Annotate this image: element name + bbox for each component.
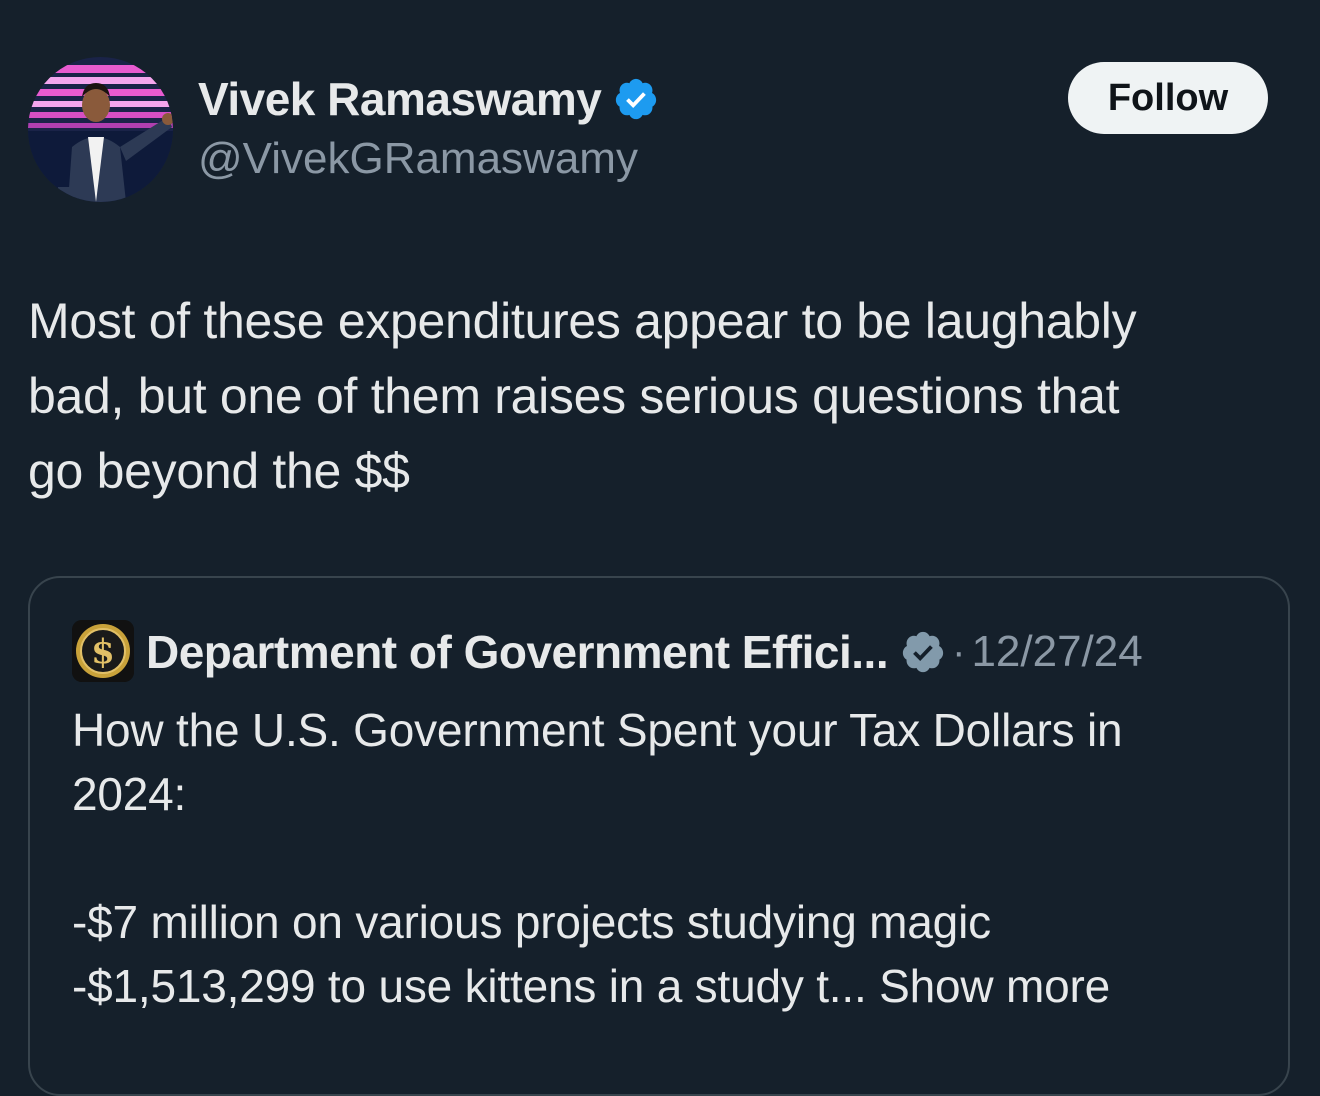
tweet-text-line: Most of these expenditures appear to be … xyxy=(28,293,1137,349)
tweet-text-line: bad, but one of them raises serious ques… xyxy=(28,368,1120,424)
quote-text: How the U.S. Government Spent your Tax D… xyxy=(72,698,1252,1018)
svg-text:$: $ xyxy=(91,632,115,672)
follow-button[interactable]: Follow xyxy=(1068,62,1268,134)
avatar[interactable] xyxy=(28,57,173,202)
quote-header: Department of Government Effici... · 12/… xyxy=(146,622,1143,682)
dollar-coin-icon: $ xyxy=(72,620,134,682)
tweet-text: Most of these expenditures appear to be … xyxy=(28,284,1298,509)
date-separator: · xyxy=(952,629,966,674)
quote-text-line-with-more: -$1,513,299 to use kittens in a study t.… xyxy=(72,954,1252,1018)
author-handle[interactable]: @VivekGRamaswamy xyxy=(198,134,638,184)
profile-photo xyxy=(28,57,173,202)
quote-author-name[interactable]: Department of Government Effici... xyxy=(146,625,889,679)
quote-text-line: 2024: xyxy=(72,768,187,820)
show-more-link[interactable]: Show more xyxy=(879,960,1110,1012)
verified-badge-icon[interactable] xyxy=(613,76,659,122)
tweet: Vivek Ramaswamy @VivekGRamaswamy Follow … xyxy=(0,0,1320,1096)
gray-verified-badge-icon[interactable] xyxy=(900,629,946,675)
quote-text-truncated: -$1,513,299 to use kittens in a study t.… xyxy=(72,960,867,1012)
author-display-name[interactable]: Vivek Ramaswamy xyxy=(198,72,602,126)
tweet-text-line: go beyond the $$ xyxy=(28,443,410,499)
quote-text-line: -$7 million on various projects studying… xyxy=(72,896,991,948)
quote-date[interactable]: 12/27/24 xyxy=(971,627,1142,677)
quote-blank-line xyxy=(72,826,1252,890)
quote-avatar[interactable]: $ xyxy=(72,620,134,682)
author-name-row[interactable]: Vivek Ramaswamy xyxy=(198,70,659,128)
quoted-tweet-card[interactable]: $ Department of Government Effici... · 1… xyxy=(28,576,1290,1096)
quote-text-line: How the U.S. Government Spent your Tax D… xyxy=(72,704,1123,756)
